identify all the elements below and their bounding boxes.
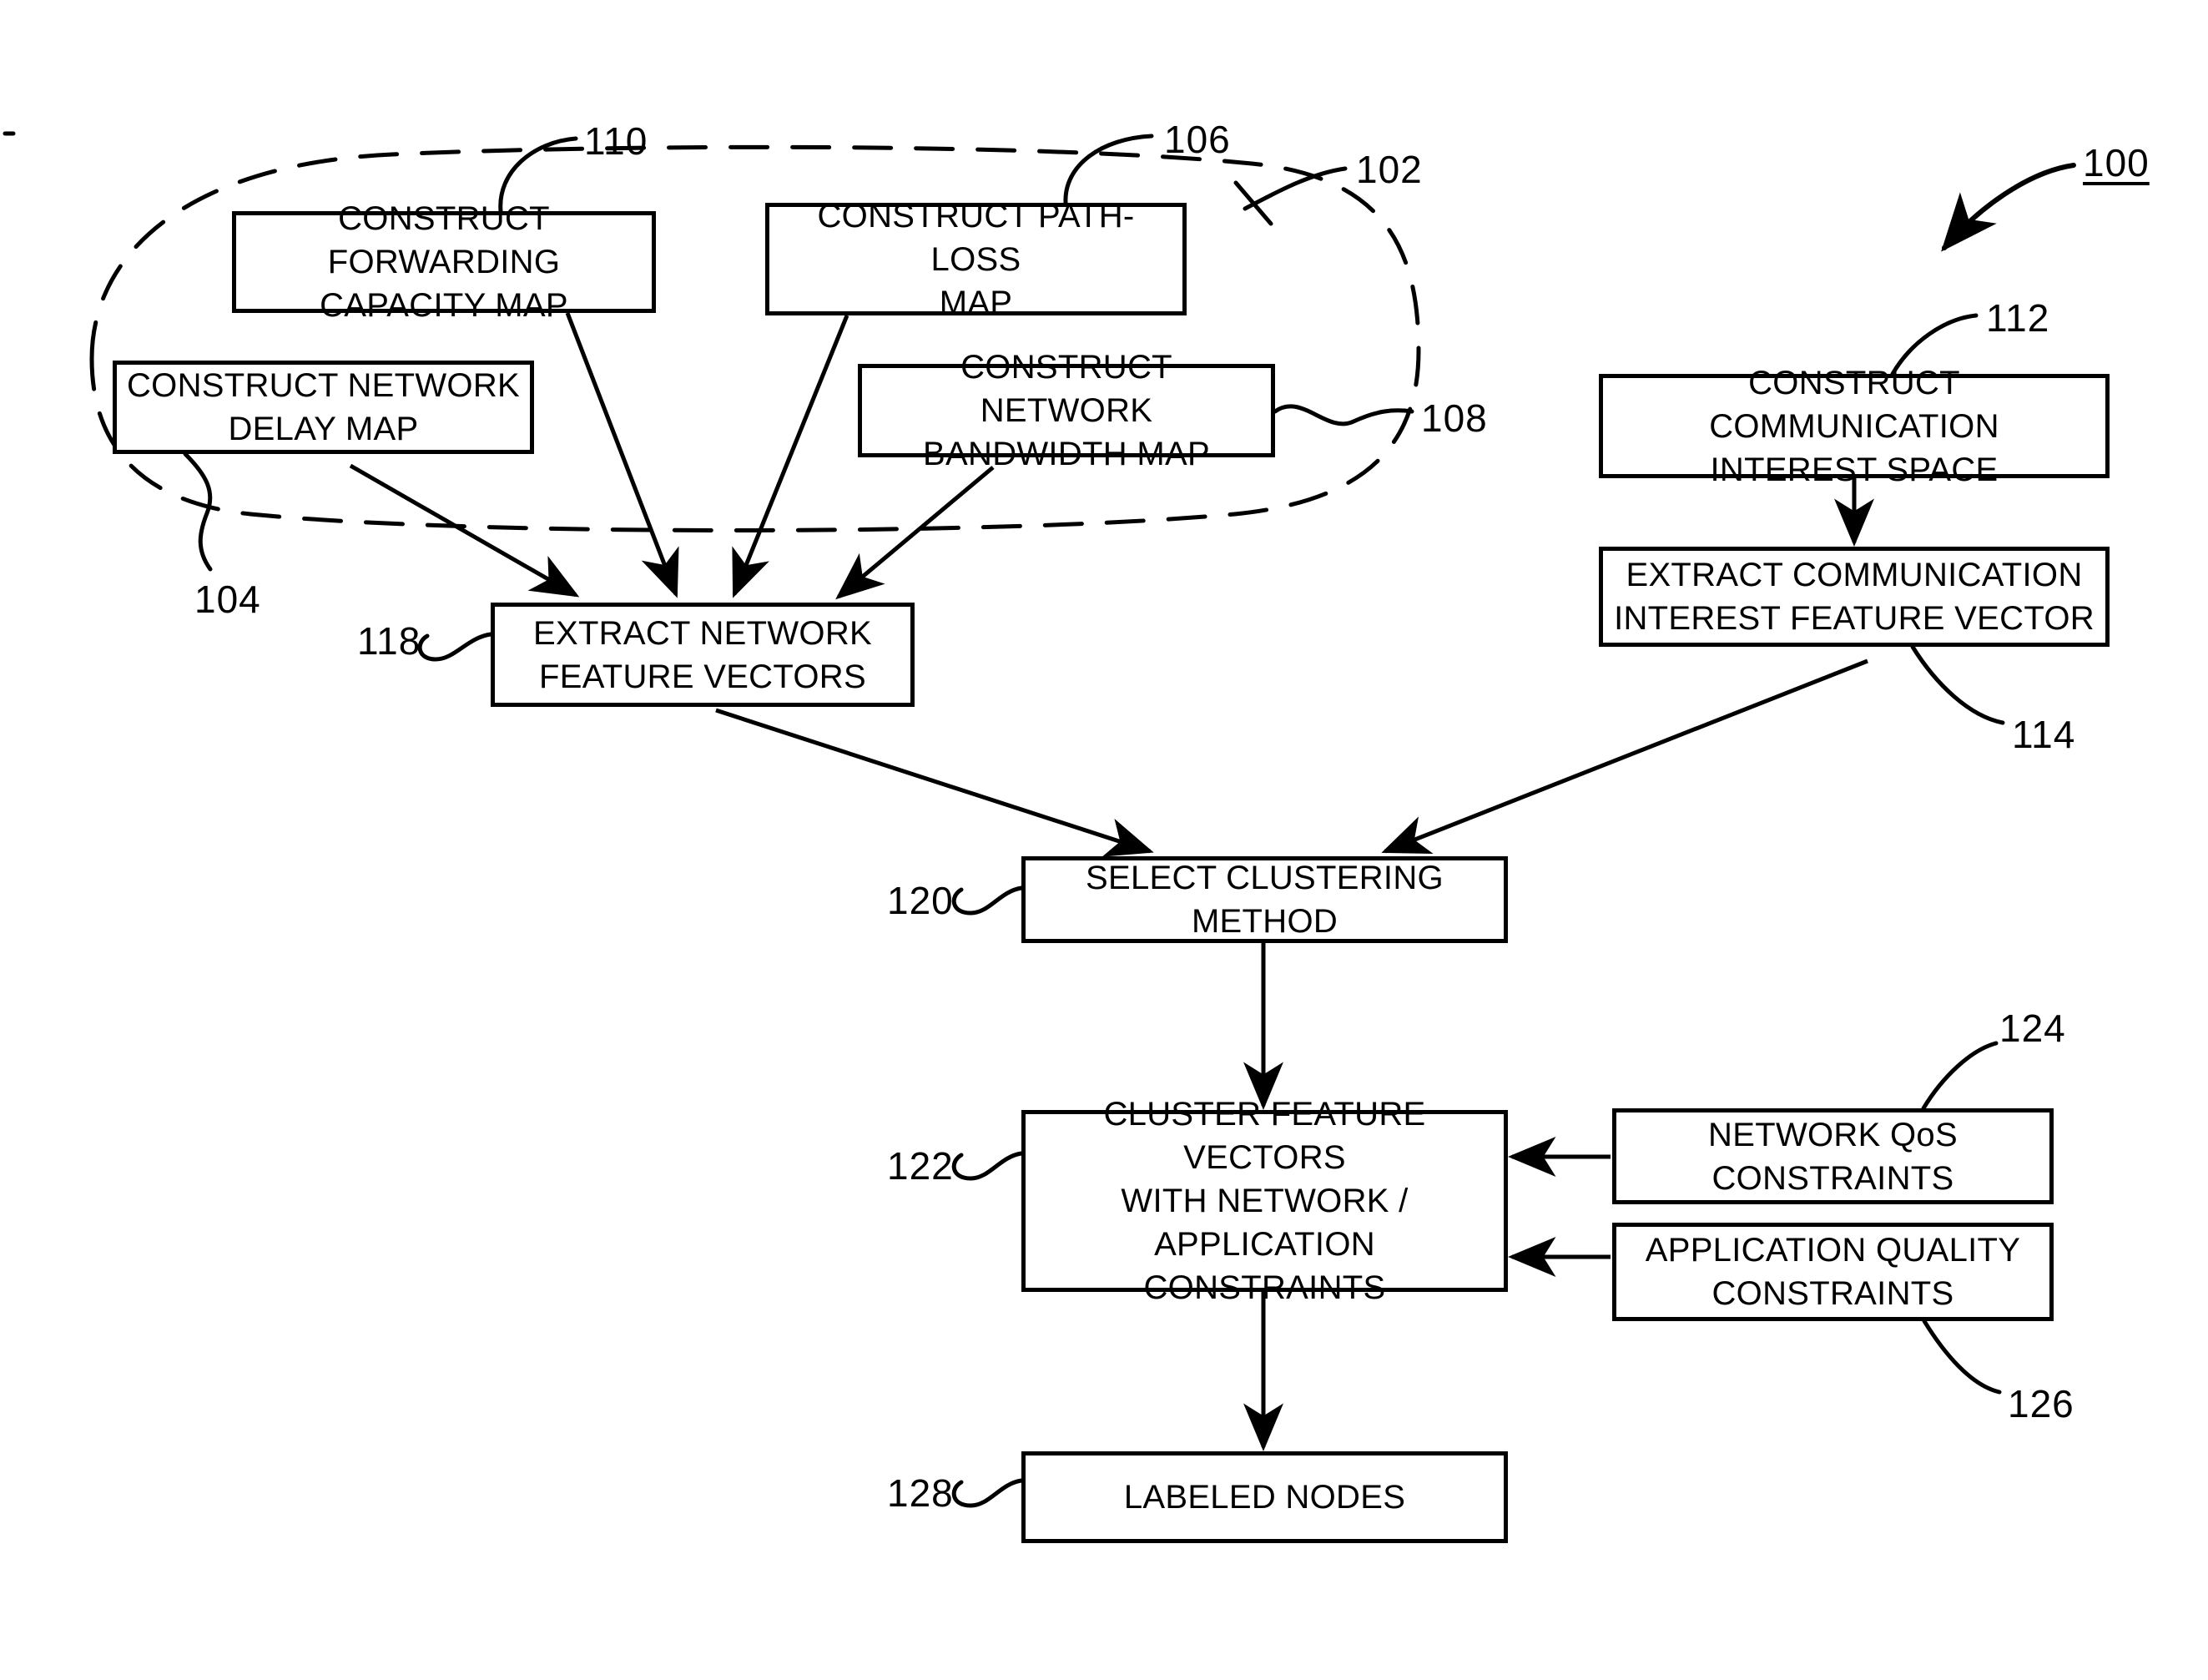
reference-numeral-104: 104 <box>194 578 261 621</box>
process-box-label: CONSTRUCT PATH-LOSS MAP <box>817 197 1135 321</box>
arrow-delay-to-extractnet <box>349 463 580 598</box>
process-box-cluster-feature-vectors[interactable]: CLUSTER FEATURE VECTORS WITH NETWORK / A… <box>1021 1096 1508 1306</box>
leader-line-108 <box>1273 404 1414 426</box>
reference-numeral-126: 126 <box>2008 1382 2074 1425</box>
leader-line-128 <box>951 1478 1024 1508</box>
process-box-construct-network-bandwidth-map[interactable]: CONSTRUCT NETWORK BANDWIDTH MAP <box>858 349 1275 472</box>
reference-numeral-108: 108 <box>1421 396 1488 440</box>
arrow-forwarding-to-extractnet <box>565 312 679 598</box>
process-box-labeled-nodes[interactable]: LABELED NODES <box>1021 1451 1508 1543</box>
reference-numeral-110: 110 <box>584 119 648 163</box>
process-box-label: CONSTRUCT NETWORK DELAY MAP <box>126 367 521 447</box>
leader-line-124 <box>1921 1041 1999 1111</box>
arrow-pathloss-to-extractnet <box>732 315 849 598</box>
process-box-application-quality-constraints[interactable]: APPLICATION QUALITY CONSTRAINTS <box>1612 1223 2054 1321</box>
process-box-network-qos-constraints[interactable]: NETWORK QoS CONSTRAINTS <box>1612 1108 2054 1204</box>
process-box-label: CONSTRUCT NETWORK BANDWIDTH MAP <box>923 349 1210 472</box>
process-box-construct-communication-interest-space[interactable]: CONSTRUCT COMMUNICATION INTEREST SPACE <box>1599 365 2110 488</box>
process-box-label: SELECT CLUSTERING METHOD <box>1086 860 1444 940</box>
process-box-label: CLUSTER FEATURE VECTORS WITH NETWORK / A… <box>1103 1096 1426 1306</box>
leader-line-118 <box>417 632 493 662</box>
reference-numeral-114: 114 <box>2012 713 2076 756</box>
reference-numeral-128: 128 <box>887 1471 954 1515</box>
leader-tick-102 <box>1233 180 1273 226</box>
arrow-extractnet-to-selectclust <box>715 708 1154 857</box>
reference-numeral-122: 122 <box>887 1144 954 1188</box>
process-box-label: EXTRACT NETWORK FEATURE VECTORS <box>532 614 872 695</box>
reference-numeral-124: 124 <box>1999 1006 2066 1050</box>
process-box-label: NETWORK QoS CONSTRAINTS <box>1708 1116 1958 1197</box>
process-box-extract-communication-interest-feature-vector[interactable]: EXTRACT COMMUNICATION INTEREST FEATURE V… <box>1599 547 2110 647</box>
reference-numeral-118: 118 <box>357 619 421 663</box>
leader-line-106 <box>1063 134 1154 205</box>
leader-line-126 <box>1922 1319 2002 1395</box>
callout-arrow-100 <box>1941 163 2076 252</box>
process-box-label: LABELED NODES <box>1123 1479 1406 1516</box>
leader-line-102 <box>1243 166 1348 211</box>
process-box-label: APPLICATION QUALITY CONSTRAINTS <box>1645 1232 2021 1312</box>
process-box-label: CONSTRUCT COMMUNICATION INTEREST SPACE <box>1709 364 1999 488</box>
process-box-construct-path-loss-map[interactable]: CONSTRUCT PATH-LOSS MAP <box>765 198 1187 321</box>
leader-line-104 <box>183 452 213 572</box>
patent-figure-sheet: CONSTRUCT FORWARDING CAPACITY MAP CONSTR… <box>0 0 2208 1680</box>
arrow-bandwidth-to-extractnet <box>835 466 995 600</box>
process-box-construct-forwarding-capacity-map[interactable]: CONSTRUCT FORWARDING CAPACITY MAP <box>232 200 656 324</box>
process-box-select-clustering-method[interactable]: SELECT CLUSTERING METHOD <box>1021 856 1508 943</box>
process-box-label: CONSTRUCT FORWARDING CAPACITY MAP <box>320 200 568 324</box>
leader-line-120 <box>951 885 1024 916</box>
reference-numeral-120: 120 <box>887 879 954 922</box>
reference-numeral-100: 100 <box>2083 141 2150 184</box>
reference-numeral-112: 112 <box>1986 296 2050 340</box>
leader-line-122 <box>951 1151 1024 1181</box>
reference-numeral-102: 102 <box>1356 148 1423 191</box>
process-box-label: EXTRACT COMMUNICATION INTEREST FEATURE V… <box>1614 557 2095 637</box>
arrow-commvector-to-selectclust <box>1381 658 1868 855</box>
leader-line-114 <box>1910 644 2005 725</box>
process-box-extract-network-feature-vectors[interactable]: EXTRACT NETWORK FEATURE VECTORS <box>491 603 915 707</box>
process-box-construct-network-delay-map[interactable]: CONSTRUCT NETWORK DELAY MAP <box>113 361 534 454</box>
reference-numeral-106: 106 <box>1164 118 1231 161</box>
